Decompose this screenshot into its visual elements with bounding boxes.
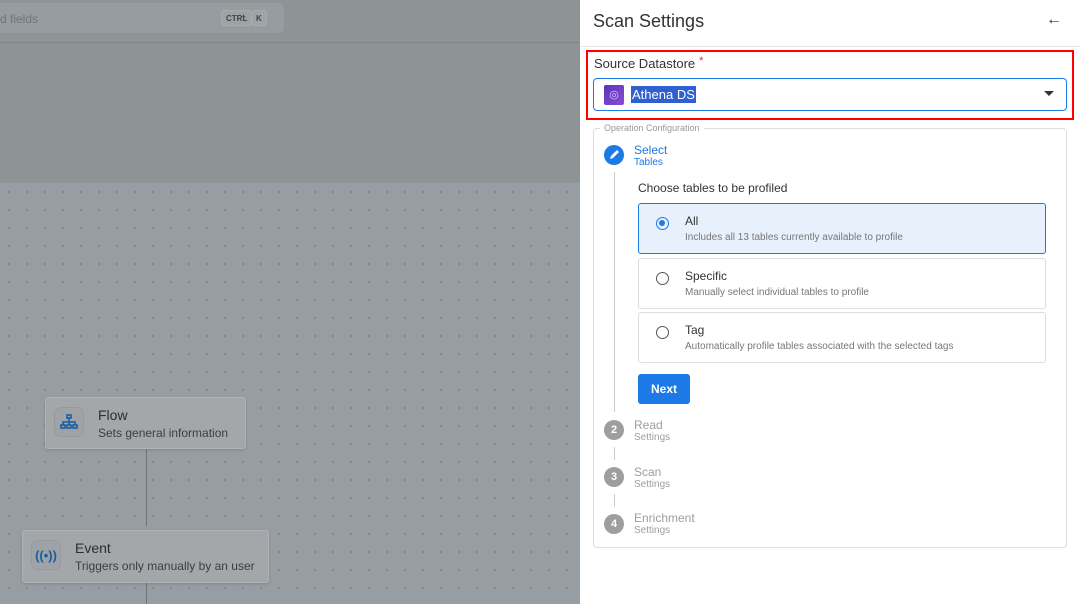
step-title: Enrichment <box>634 511 695 525</box>
option-title: All <box>685 214 699 228</box>
radio-button[interactable] <box>656 326 669 339</box>
shortcut-plus: + <box>241 12 247 22</box>
required-marker: * <box>699 55 704 67</box>
flow-canvas-overlay: d fields CTRL + K Flow Sets general info… <box>0 0 580 604</box>
node-subtitle: Triggers only manually by an user <box>75 559 255 573</box>
node-subtitle: Sets general information <box>98 426 229 440</box>
option-description: Manually select individual tables to pro… <box>685 287 869 298</box>
option-title: Specific <box>685 269 728 283</box>
source-datastore-label: Source Datastore * <box>594 55 704 71</box>
flow-node[interactable]: Flow Sets general information <box>45 397 246 449</box>
search-placeholder: d fields <box>0 12 39 26</box>
source-datastore-select[interactable]: ◎ Athena DS <box>593 78 1067 111</box>
node-title: Flow <box>98 407 128 423</box>
option-tag[interactable]: Tag Automatically profile tables associa… <box>638 312 1046 363</box>
step-connector <box>614 494 615 507</box>
event-node[interactable]: ((•)) Event Triggers only manually by an… <box>22 530 269 583</box>
step-connector <box>614 172 615 412</box>
step-subtitle: Settings <box>634 525 671 536</box>
choose-prompt: Choose tables to be profiled <box>638 181 788 195</box>
step-title: Scan <box>634 465 662 479</box>
shortcut-ctrl: CTRL <box>221 10 253 26</box>
pencil-icon <box>604 145 624 165</box>
option-description: Includes all 13 tables currently availab… <box>685 232 903 243</box>
step-number: 4 <box>604 514 624 534</box>
option-title: Tag <box>685 323 705 337</box>
selected-datastore: Athena DS <box>631 86 696 103</box>
step-connector <box>614 447 615 460</box>
step-title: Select <box>634 143 668 157</box>
divider <box>580 46 1080 47</box>
step-subtitle: Settings <box>634 432 671 443</box>
panel-title: Scan Settings <box>593 11 705 31</box>
step-number: 3 <box>604 467 624 487</box>
top-bar: d fields CTRL + K <box>0 0 580 43</box>
label-text: Source Datastore <box>594 56 696 71</box>
back-arrow-icon[interactable]: ← <box>1046 11 1062 29</box>
option-specific[interactable]: Specific Manually select individual tabl… <box>638 258 1046 309</box>
shortcut-k: K <box>251 10 267 26</box>
connector-line <box>146 583 147 604</box>
step-title: Read <box>634 418 663 432</box>
step-subtitle: Tables <box>634 157 663 168</box>
radio-button[interactable] <box>656 272 669 285</box>
connector-line <box>146 449 147 526</box>
radio-button[interactable] <box>656 217 669 230</box>
broadcast-icon: ((•)) <box>31 540 61 570</box>
athena-icon: ◎ <box>604 85 624 105</box>
step-subtitle: Settings <box>634 479 671 490</box>
operation-configuration-label: Operation Configuration <box>600 123 704 133</box>
sitemap-icon <box>54 407 84 437</box>
node-title: Event <box>75 540 111 556</box>
next-button[interactable]: Next <box>638 374 690 404</box>
caret-down-icon[interactable] <box>1044 91 1054 96</box>
scan-settings-panel: Scan Settings ← Source Datastore * ◎ Athe… <box>580 0 1080 604</box>
step-number: 2 <box>604 420 624 440</box>
option-all[interactable]: All Includes all 13 tables currently ava… <box>638 203 1046 254</box>
search-input[interactable]: d fields CTRL + K <box>0 3 284 33</box>
option-description: Automatically profile tables associated … <box>685 341 954 352</box>
